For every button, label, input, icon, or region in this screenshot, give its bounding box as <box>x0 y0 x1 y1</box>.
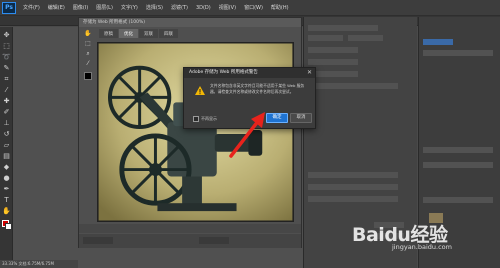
alert-message: 文件名称包含非英文字符且可能不适用于某些 Web 服务器，请检查文件名称或修改文… <box>210 83 305 94</box>
sfw-tabs: 原稿 优化 双联 四联 <box>99 29 299 38</box>
menu-3d[interactable]: 3D(D) <box>196 5 211 11</box>
warning-icon <box>195 86 205 95</box>
menu-help[interactable]: 帮助(H) <box>271 4 289 11</box>
sfw-preview-status <box>79 224 301 233</box>
menu-layer[interactable]: 图层(L) <box>96 4 113 11</box>
sfw-bottom-bar <box>79 234 301 248</box>
alert-title: Adobe 存储为 Web 所用格式警告 <box>184 68 315 78</box>
sfw-tools: ✋ ⬚ ⌕ ⁄ <box>81 30 95 90</box>
format-dropdown[interactable] <box>308 35 343 41</box>
zoom-level-dropdown[interactable] <box>83 237 113 244</box>
metadata-dropdown[interactable] <box>308 83 398 89</box>
menu-image[interactable]: 图像(I) <box>73 4 88 11</box>
hand-tool-icon[interactable]: ✋ <box>2 207 11 216</box>
pen-tool-icon[interactable]: ✒ <box>2 185 11 194</box>
marquee-tool-icon[interactable]: ⬚ <box>2 42 11 51</box>
gradient-tool-icon[interactable]: ▤ <box>2 152 11 161</box>
optimize-row[interactable] <box>308 47 358 53</box>
hand-icon[interactable]: ✋ <box>84 30 92 38</box>
eraser-tool-icon[interactable]: ▱ <box>2 141 11 150</box>
menubar: Ps 文件(F) 编辑(E) 图像(I) 图层(L) 文字(Y) 选择(S) 滤… <box>0 0 500 16</box>
lasso-tool-icon[interactable]: ➰ <box>2 53 11 62</box>
eyedropper-tool-icon[interactable]: ⁄ <box>2 86 11 95</box>
menu-window[interactable]: 窗口(W) <box>244 4 263 11</box>
eyedropper-color-swatch[interactable] <box>84 72 92 80</box>
panel-row[interactable] <box>423 197 493 203</box>
preset-dropdown[interactable] <box>308 25 378 31</box>
tab-original[interactable]: 原稿 <box>99 29 118 38</box>
dodge-tool-icon[interactable]: ● <box>2 174 11 183</box>
progressive-row[interactable] <box>308 59 358 65</box>
menu-select[interactable]: 选择(S) <box>146 4 163 11</box>
layer-selected-row[interactable] <box>423 39 453 45</box>
dont-show-again-label: 不再显示 <box>201 116 217 121</box>
menu-type[interactable]: 文字(Y) <box>121 4 138 11</box>
crop-tool-icon[interactable]: ⌗ <box>2 75 11 84</box>
close-icon[interactable]: ✕ <box>307 69 312 77</box>
preview-button[interactable] <box>199 237 229 244</box>
move-tool-icon[interactable]: ✥ <box>2 31 11 40</box>
animation-row[interactable] <box>308 196 398 202</box>
stamp-tool-icon[interactable]: ⊥ <box>2 119 11 128</box>
blur-tool-icon[interactable]: ◆ <box>2 163 11 172</box>
slice-select-icon[interactable]: ⬚ <box>84 40 92 48</box>
menu-view[interactable]: 视图(V) <box>219 4 236 11</box>
menu-edit[interactable]: 编辑(E) <box>48 4 65 11</box>
tab-optimized[interactable]: 优化 <box>119 29 138 38</box>
annotation-arrow-icon <box>229 112 265 158</box>
watermark-url: jingyan.baidu.com <box>392 243 452 251</box>
brush-tool-icon[interactable]: ✐ <box>2 108 11 117</box>
bottom-reel <box>119 133 192 206</box>
panel-row[interactable] <box>423 147 493 153</box>
quality-dropdown[interactable] <box>348 35 383 41</box>
tab-4up[interactable]: 四联 <box>159 29 178 38</box>
type-tool-icon[interactable]: T <box>2 196 11 205</box>
quick-select-tool-icon[interactable]: ✎ <box>2 64 11 73</box>
history-brush-tool-icon[interactable]: ↺ <box>2 130 11 139</box>
menu-filter[interactable]: 滤镜(T) <box>171 4 188 11</box>
sfw-title: 存储为 Web 所用格式 (100%) <box>79 18 301 27</box>
photoshop-logo-icon: Ps <box>2 1 16 14</box>
dont-show-again-checkbox[interactable] <box>193 116 199 122</box>
healing-tool-icon[interactable]: ✚ <box>2 97 11 106</box>
menu-file[interactable]: 文件(F) <box>23 4 40 11</box>
background-color-swatch[interactable] <box>5 223 12 230</box>
zoom-icon[interactable]: ⌕ <box>84 50 92 58</box>
tools-panel: ✥ ⬚ ➰ ✎ ⌗ ⁄ ✚ ✐ ⊥ ↺ ▱ ▤ ◆ ● ✒ T ✋ <box>0 27 13 268</box>
cancel-button[interactable]: 取消 <box>290 113 312 123</box>
image-size-row[interactable] <box>308 172 398 178</box>
quality-method-row[interactable] <box>308 184 398 190</box>
panel-row[interactable] <box>423 162 493 168</box>
tab-2up[interactable]: 双联 <box>139 29 158 38</box>
eyedropper-icon[interactable]: ⁄ <box>84 60 92 68</box>
status-bar: 33.33% 文档:6.75M/6.75M <box>0 260 78 268</box>
layer-row[interactable] <box>423 50 493 56</box>
